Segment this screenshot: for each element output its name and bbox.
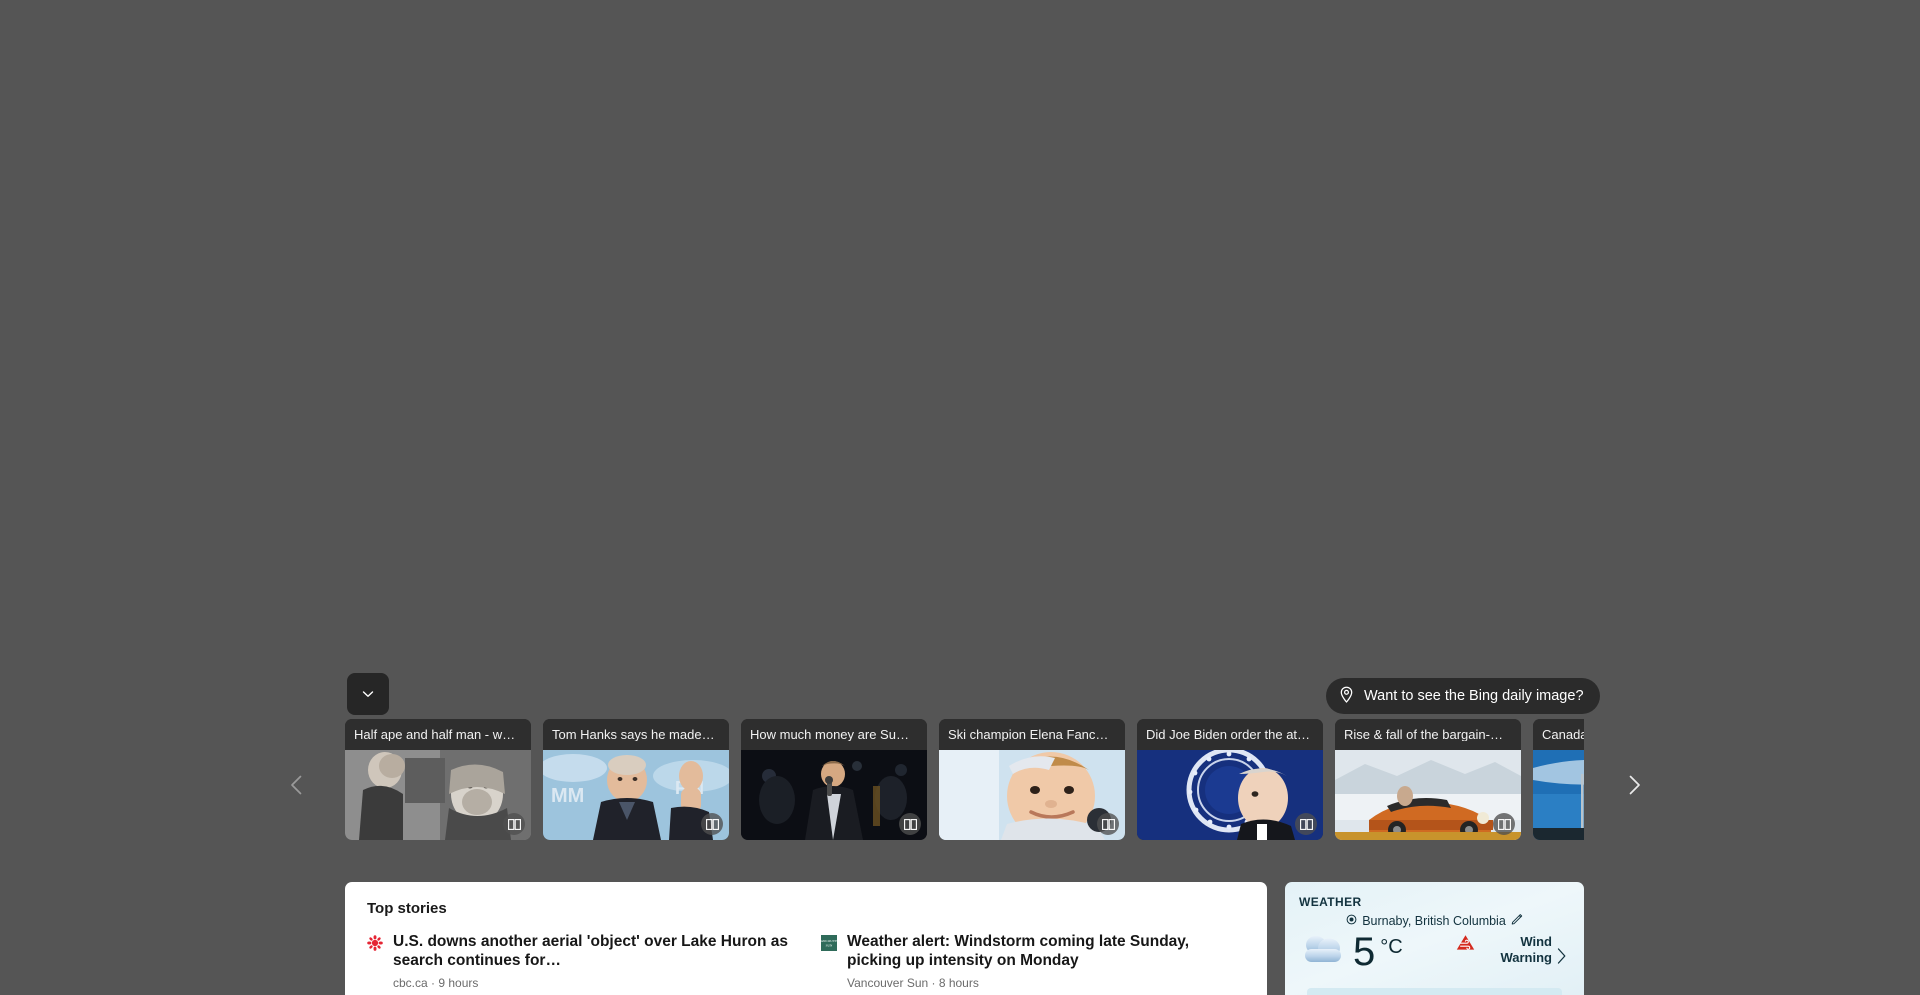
pencil-edit-icon[interactable] [1511, 912, 1523, 930]
read-article-icon [1497, 818, 1511, 830]
start-page-root: Want to see the Bing daily image? Half a… [0, 0, 1920, 995]
read-article-icon [903, 818, 917, 830]
news-card-title: Did Joe Biden order the at… [1146, 728, 1311, 741]
top-story-item[interactable]: U.S. downs another aerial 'object' over … [367, 933, 791, 990]
location-target-icon [1346, 912, 1357, 930]
news-card[interactable]: Did Joe Biden order the at… [1137, 719, 1323, 840]
news-card-title: Half ape and half man - w… [354, 728, 516, 741]
news-card-image [1533, 750, 1584, 840]
top-stories-list: U.S. downs another aerial 'object' over … [367, 933, 1245, 990]
news-card-image: MM FIN [543, 750, 729, 840]
weather-chevron-right-icon[interactable] [1555, 946, 1568, 971]
news-card-header: Tom Hanks says he made… [543, 719, 729, 750]
scroll-down-button[interactable] [347, 673, 389, 715]
top-story-body: Weather alert: Windstorm coming late Sun… [847, 933, 1245, 990]
top-story-item[interactable]: VANCOUVER SUN Weather alert: Windstorm c… [819, 933, 1245, 990]
read-article-badge[interactable] [701, 813, 723, 835]
news-card-image [345, 750, 531, 840]
top-story-body: U.S. downs another aerial 'object' over … [393, 933, 791, 990]
news-card-header: Half ape and half man - w… [345, 719, 531, 750]
weather-temperature: 5 [1353, 930, 1376, 974]
read-article-badge[interactable] [1493, 813, 1515, 835]
carousel-next-button[interactable] [1612, 765, 1656, 809]
top-story-source: Vancouver Sun · 8 hours [847, 976, 979, 991]
news-card-title: Rise & fall of the bargain-… [1344, 728, 1503, 741]
news-carousel: Half ape and half man - w… Tom Hanks say… [0, 719, 1920, 854]
top-stories-heading: Top stories [367, 900, 447, 917]
top-story-headline: U.S. downs another aerial 'object' over … [393, 933, 788, 969]
top-story-headline: Weather alert: Windstorm coming late Sun… [847, 933, 1190, 969]
chevron-down-icon [360, 686, 376, 702]
news-card-header: Did Joe Biden order the at… [1137, 719, 1323, 750]
weather-main-row: 5 °C Wind Warning [1299, 932, 1570, 972]
news-card[interactable]: Rise & fall of the bargain-… [1335, 719, 1521, 840]
weather-card[interactable]: WEATHER Burnaby, British Columbia 5 °C W… [1285, 882, 1584, 995]
news-card[interactable]: Half ape and half man - w… [345, 719, 531, 840]
cbc-logo [367, 935, 383, 951]
svg-text:MM: MM [551, 785, 584, 807]
location-pin-icon [1339, 686, 1354, 707]
carousel-track[interactable]: Half ape and half man - w… Tom Hanks say… [345, 719, 1584, 854]
news-card-header: Canada is [1533, 719, 1584, 750]
news-card[interactable]: Tom Hanks says he made… MM FIN [543, 719, 729, 840]
read-article-badge[interactable] [1097, 813, 1119, 835]
weather-forecast-strip [1307, 988, 1562, 995]
news-card[interactable]: Ski champion Elena Fanc… [939, 719, 1125, 840]
news-card[interactable]: Canada is [1533, 719, 1584, 840]
wind-warning-icon [1456, 934, 1475, 956]
read-article-icon [1101, 818, 1115, 830]
read-article-badge[interactable] [503, 813, 525, 835]
news-card-image [1335, 750, 1521, 840]
news-card-image [741, 750, 927, 840]
cloudy-icon [1299, 933, 1347, 972]
news-card-title: Ski champion Elena Fanc… [948, 728, 1109, 741]
svg-text:SUN: SUN [826, 944, 833, 948]
news-card-header: Ski champion Elena Fanc… [939, 719, 1125, 750]
read-article-badge[interactable] [1295, 813, 1317, 835]
news-card-image [939, 750, 1125, 840]
weather-location-row: Burnaby, British Columbia [1299, 912, 1570, 930]
bing-daily-image-prompt[interactable]: Want to see the Bing daily image? [1326, 678, 1600, 714]
top-story-source: cbc.ca · 9 hours [393, 976, 479, 991]
news-card-title: How much money are Su… [750, 728, 909, 741]
read-article-icon [1299, 818, 1313, 830]
weather-alert-text: Wind Warning [1500, 934, 1552, 966]
chevron-right-icon [1621, 772, 1647, 801]
top-stories-panel: Top stories U.S. downs another aerial 'o… [345, 882, 1267, 995]
weather-title: WEATHER [1299, 895, 1362, 909]
news-card[interactable]: How much money are Su… [741, 719, 927, 840]
news-card-header: Rise & fall of the bargain-… [1335, 719, 1521, 750]
svg-text:VANCOUVER: VANCOUVER [821, 939, 837, 943]
news-card-title: Tom Hanks says he made… [552, 728, 715, 741]
bing-prompt-label: Want to see the Bing daily image? [1364, 687, 1584, 704]
news-card-image [1137, 750, 1323, 840]
weather-unit: °C [1380, 936, 1403, 958]
news-card-header: How much money are Su… [741, 719, 927, 750]
weather-location: Burnaby, British Columbia [1362, 914, 1506, 928]
vancouver-sun-logo: VANCOUVER SUN [819, 935, 840, 951]
chevron-left-icon [284, 772, 310, 801]
read-article-icon [507, 818, 521, 830]
weather-alert[interactable]: Wind Warning [1456, 934, 1552, 967]
carousel-prev-button[interactable] [275, 765, 319, 809]
read-article-icon [705, 818, 719, 830]
read-article-badge[interactable] [899, 813, 921, 835]
news-card-title: Canada is [1542, 728, 1584, 741]
bottom-content-row: Top stories U.S. downs another aerial 'o… [345, 882, 1584, 995]
